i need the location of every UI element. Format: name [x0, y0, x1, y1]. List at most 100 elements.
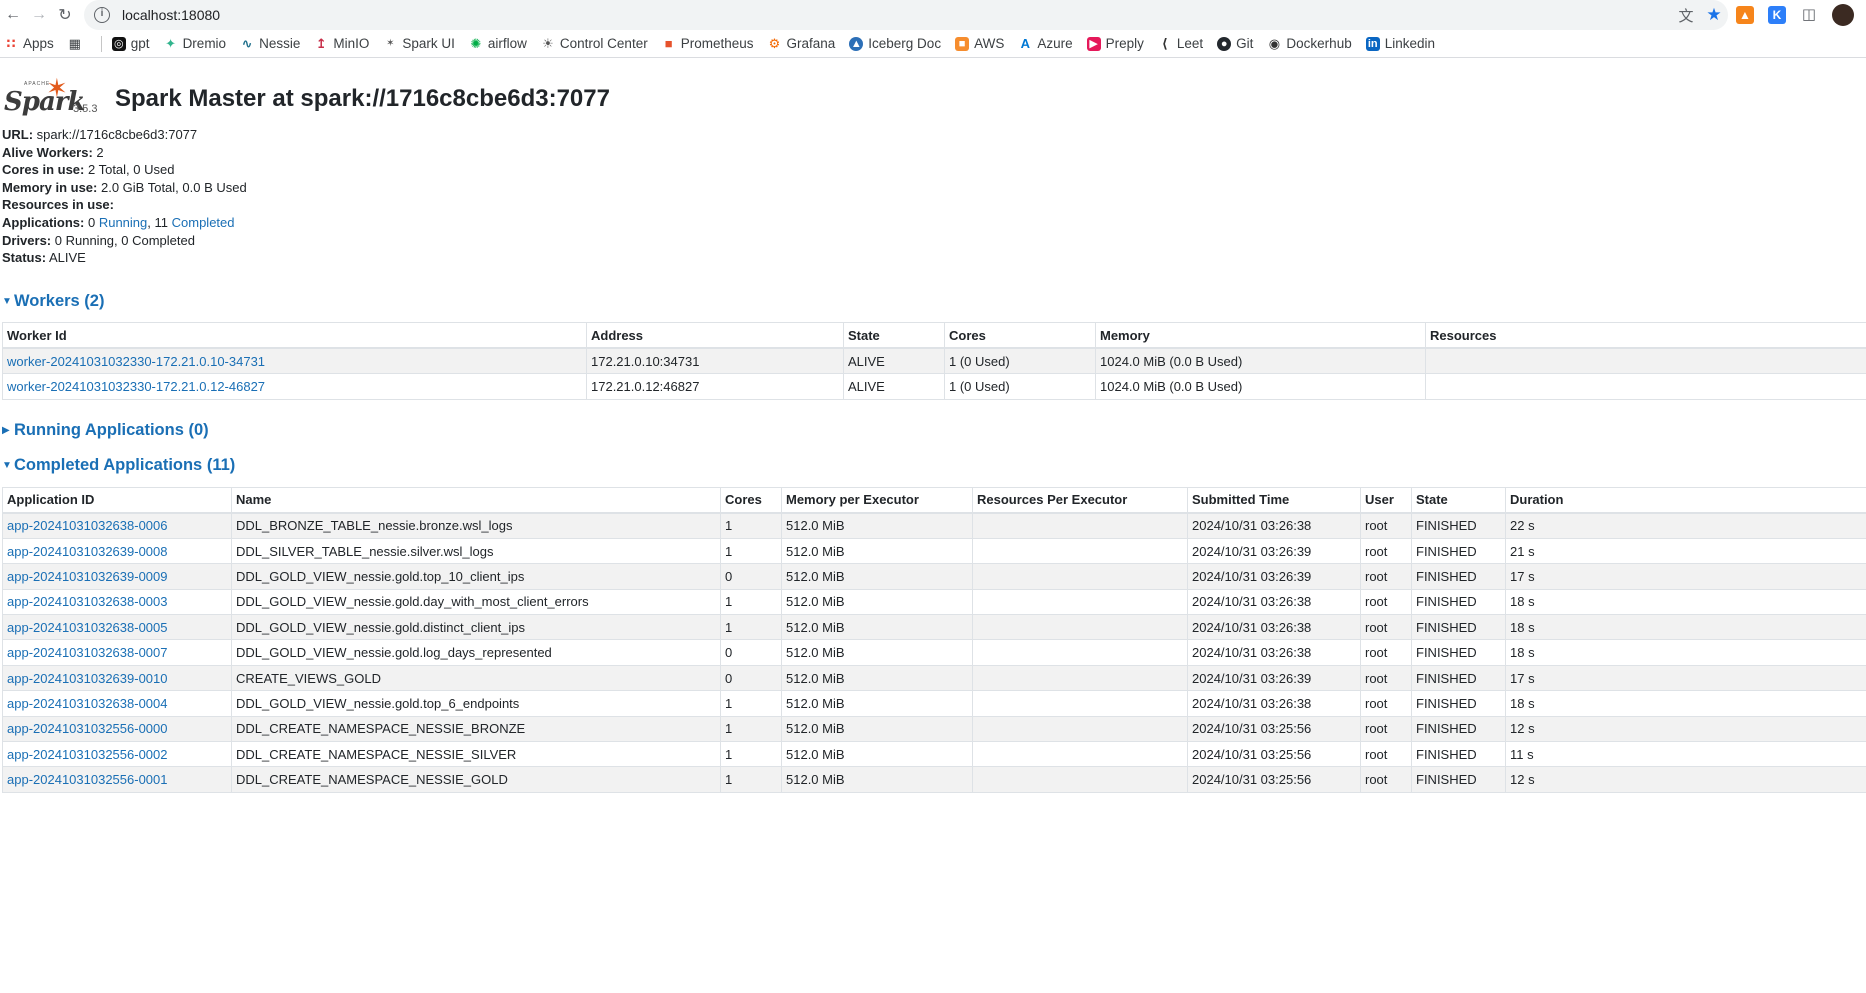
- bookmark-git[interactable]: ● Git: [1217, 36, 1253, 51]
- apps-grid-icon: ∷: [6, 35, 16, 51]
- bookmark-dockerhub[interactable]: ◉ Dockerhub: [1267, 36, 1352, 51]
- app-id-link[interactable]: app-20241031032639-0009: [7, 569, 168, 584]
- app-resources-per-executor: [972, 639, 1188, 666]
- column-header[interactable]: Cores: [944, 321, 1096, 350]
- app-memory-per-executor: 512.0 MiB: [781, 563, 973, 590]
- spark-star-icon: ✶: [46, 73, 68, 103]
- app-id-link[interactable]: app-20241031032638-0004: [7, 696, 168, 711]
- worker-cores: 1 (0 Used): [944, 373, 1096, 400]
- column-header[interactable]: Duration: [1505, 486, 1866, 515]
- site-info-icon[interactable]: i: [94, 7, 110, 23]
- column-header[interactable]: Resources: [1425, 321, 1866, 350]
- bookmark-preply[interactable]: ▶ Preply: [1086, 36, 1144, 51]
- app-submitted-time: 2024/10/31 03:26:39: [1187, 537, 1361, 565]
- bookmark-leet[interactable]: ⟨ Leet: [1158, 36, 1203, 51]
- bookmark-nessie[interactable]: ∿ Nessie: [240, 36, 301, 51]
- k-extension-icon[interactable]: K: [1768, 6, 1786, 24]
- column-header[interactable]: Cores: [720, 486, 782, 515]
- worker-id-link[interactable]: worker-20241031032330-172.21.0.10-34731: [7, 354, 265, 369]
- app-name: DDL_GOLD_VIEW_nessie.gold.top_10_client_…: [231, 563, 721, 590]
- app-id-link[interactable]: app-20241031032639-0008: [7, 544, 168, 559]
- column-header[interactable]: Application ID: [2, 486, 232, 515]
- app-memory-per-executor: 512.0 MiB: [781, 664, 973, 692]
- column-header[interactable]: Resources Per Executor: [972, 486, 1188, 515]
- forward-icon[interactable]: →: [26, 0, 52, 30]
- bookmark-grafana[interactable]: ⚙ Grafana: [768, 36, 836, 51]
- app-resources-per-executor: [972, 588, 1188, 616]
- bookmark-linkedin[interactable]: in Linkedin: [1365, 36, 1435, 51]
- table-row: worker-20241031032330-172.21.0.10-34731 …: [2, 347, 1866, 375]
- running-apps-section-toggle[interactable]: ▶ Running Applications (0): [2, 417, 1864, 444]
- bookmark-spark-ui[interactable]: ✶ Spark UI: [383, 36, 455, 51]
- column-header[interactable]: State: [843, 321, 945, 350]
- summary-drivers: Drivers: 0 Running, 0 Completed: [2, 232, 195, 248]
- app-submitted-time: 2024/10/31 03:26:38: [1187, 588, 1361, 616]
- bookmark-apps[interactable]: ∷ Apps: [4, 35, 53, 51]
- back-icon[interactable]: ←: [0, 0, 26, 30]
- preply-icon: ▶: [1086, 36, 1101, 51]
- completed-apps-link[interactable]: Completed: [172, 215, 235, 230]
- bookmark-minio[interactable]: ↥ MinIO: [314, 36, 369, 51]
- app-name: DDL_CREATE_NAMESPACE_NESSIE_GOLD: [231, 766, 721, 793]
- column-header[interactable]: State: [1411, 486, 1506, 515]
- app-id-link[interactable]: app-20241031032638-0003: [7, 594, 168, 609]
- column-header[interactable]: Address: [586, 321, 844, 350]
- workers-table: Worker Id Address State Cores Memory Res…: [2, 321, 1866, 400]
- app-user: root: [1360, 537, 1412, 565]
- app-name: DDL_SILVER_TABLE_nessie.silver.wsl_logs: [231, 537, 721, 565]
- column-header[interactable]: Name: [231, 486, 721, 515]
- worker-id-link[interactable]: worker-20241031032330-172.21.0.12-46827: [7, 379, 265, 394]
- app-user: root: [1360, 639, 1412, 666]
- column-header[interactable]: Worker Id: [2, 321, 587, 350]
- app-cores: 1: [720, 588, 782, 616]
- app-id-link[interactable]: app-20241031032638-0006: [7, 518, 168, 533]
- bookmark-gpt[interactable]: ◎ gpt: [111, 36, 150, 51]
- app-id-link[interactable]: app-20241031032638-0005: [7, 620, 168, 635]
- address-url[interactable]: localhost:18080: [122, 7, 1672, 23]
- column-header[interactable]: Submitted Time: [1187, 486, 1361, 515]
- app-id-link[interactable]: app-20241031032556-0000: [7, 721, 168, 736]
- column-header[interactable]: User: [1360, 486, 1412, 515]
- extensions-area: ▲ K ◫: [1736, 4, 1866, 26]
- bookmark-prometheus[interactable]: ■ Prometheus: [662, 36, 754, 51]
- app-id-link[interactable]: app-20241031032639-0010: [7, 671, 168, 686]
- app-id-link[interactable]: app-20241031032556-0002: [7, 747, 168, 762]
- app-submitted-time: 2024/10/31 03:26:38: [1187, 639, 1361, 666]
- spark-logo[interactable]: APACHE Spark ✶ 3.5.3: [2, 73, 112, 123]
- expand-arrow-icon: ▶: [2, 424, 10, 436]
- app-state: FINISHED: [1411, 715, 1506, 743]
- worker-state: ALIVE: [843, 347, 945, 375]
- completed-apps-section-toggle[interactable]: ▼ Completed Applications (11): [2, 452, 1864, 480]
- app-id-link[interactable]: app-20241031032638-0007: [7, 645, 168, 660]
- workers-section-toggle[interactable]: ▼ Workers (2): [2, 288, 1864, 316]
- app-id-link[interactable]: app-20241031032556-0001: [7, 772, 168, 787]
- bookmark-iceberg-doc[interactable]: ▲ Iceberg Doc: [849, 36, 941, 51]
- bookmark-airflow[interactable]: ✺ airflow: [469, 36, 526, 51]
- reload-icon[interactable]: ↻: [52, 0, 78, 30]
- metamask-extension-icon[interactable]: ▲: [1736, 6, 1754, 24]
- profile-avatar[interactable]: [1832, 4, 1854, 26]
- column-header[interactable]: Memory per Executor: [781, 486, 973, 515]
- bookmark-aws[interactable]: ■ AWS: [955, 36, 1004, 51]
- summary-alive-workers: Alive Workers: 2: [2, 144, 104, 160]
- bookmark-control-center[interactable]: ☀ Control Center: [541, 36, 648, 51]
- app-duration: 12 s: [1505, 766, 1866, 793]
- app-resources-per-executor: [972, 614, 1188, 641]
- translate-icon[interactable]: 文: [1672, 5, 1700, 26]
- app-user: root: [1360, 512, 1412, 539]
- minio-icon: ↥: [315, 35, 327, 51]
- bookmark-dremio[interactable]: ✦ Dremio: [164, 36, 226, 51]
- bookmark-tab-groups[interactable]: ▦: [68, 36, 87, 51]
- app-duration: 22 s: [1505, 512, 1866, 539]
- app-cores: 1: [720, 690, 782, 717]
- address-bar[interactable]: i localhost:18080 文 ★: [84, 0, 1728, 30]
- worker-resources: [1425, 347, 1866, 375]
- table-row: app-20241031032638-0003 DDL_GOLD_VIEW_nes…: [2, 588, 1866, 616]
- app-state: FINISHED: [1411, 664, 1506, 692]
- bookmark-azure[interactable]: A Azure: [1018, 36, 1073, 51]
- column-header[interactable]: Memory: [1095, 321, 1426, 350]
- bookmark-star-icon[interactable]: ★: [1700, 5, 1728, 25]
- extensions-puzzle-icon[interactable]: ◫: [1800, 6, 1818, 24]
- running-apps-link[interactable]: Running: [99, 215, 147, 230]
- app-cores: 0: [720, 563, 782, 590]
